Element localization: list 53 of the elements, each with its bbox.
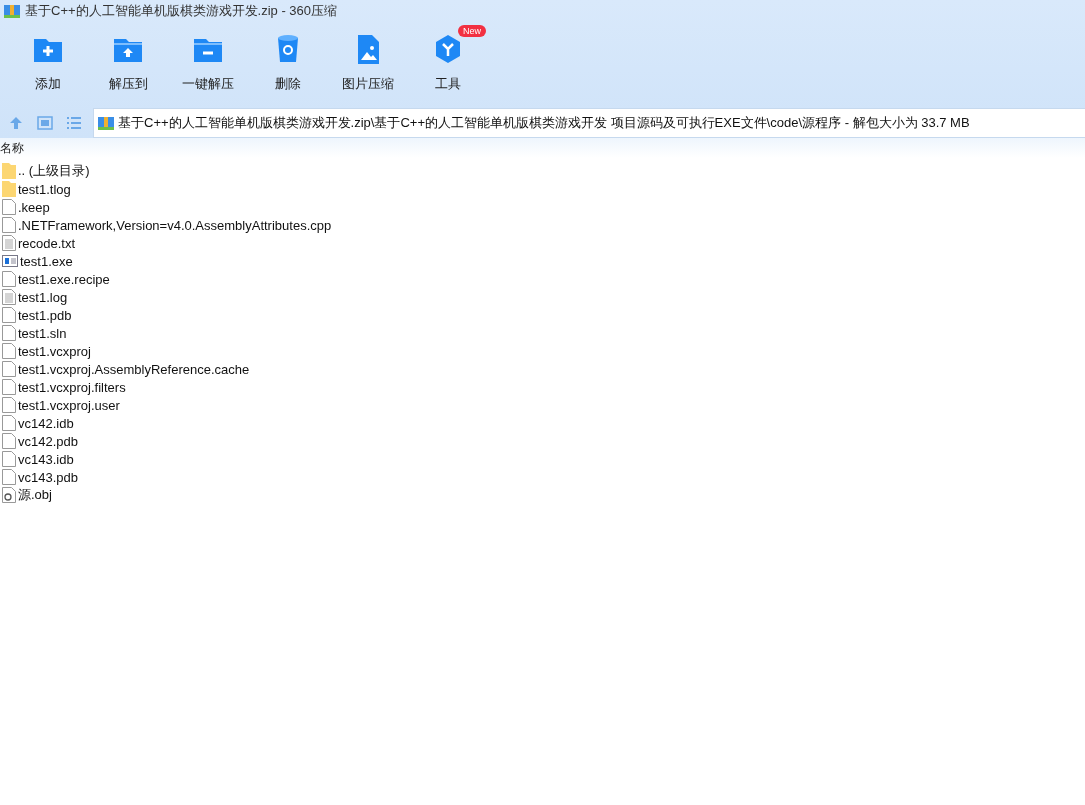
file-name[interactable]: .. (上级目录) (18, 162, 90, 180)
file-name[interactable]: vc143.pdb (18, 469, 78, 485)
archive-icon (98, 115, 114, 131)
file-name[interactable]: test1.vcxproj.user (18, 397, 120, 413)
file-name[interactable]: test1.exe.recipe (18, 271, 110, 287)
file-name[interactable]: .keep (18, 199, 50, 215)
file-name[interactable]: vc142.pdb (18, 433, 78, 449)
file-icon (2, 451, 16, 467)
file-name[interactable]: test1.vcxproj (18, 343, 91, 359)
file-icon (2, 271, 16, 287)
file-icon (2, 433, 16, 449)
address-bar[interactable]: 基于C++的人工智能单机版棋类游戏开发.zip\基于C++的人工智能单机版棋类游戏开发 项目源码及可执行EXE文件\code\源程序 - 解包大小为 33.7 MB (93, 108, 1085, 138)
file-icon (2, 217, 16, 233)
folder-icon (2, 163, 16, 179)
file-name[interactable]: vc142.idb (18, 415, 74, 431)
file-name[interactable]: test1.tlog (18, 181, 71, 197)
column-header[interactable]: 名称 (0, 139, 24, 157)
window-title: 基于C++的人工智能单机版棋类游戏开发.zip - 360压缩 (25, 1, 338, 20)
list-view-icon[interactable] (66, 116, 82, 130)
folder-icon (2, 181, 16, 197)
up-arrow-icon[interactable] (8, 116, 24, 130)
new-badge: New (458, 25, 486, 38)
thumbnail-view-icon[interactable] (37, 116, 53, 130)
toolbar-button[interactable]: 工具 New (408, 25, 488, 94)
text-file-icon (2, 289, 16, 305)
file-name[interactable]: test1.vcxproj.filters (18, 379, 126, 395)
file-name[interactable]: test1.sln (18, 325, 67, 341)
file-icon (2, 199, 16, 215)
toolbar-button[interactable]: 一键解压 (168, 25, 248, 94)
toolbar-button[interactable]: 添加 (8, 25, 88, 94)
file-icon (2, 343, 16, 359)
toolbar-button[interactable]: 删除 (248, 25, 328, 94)
file-icon (2, 325, 16, 341)
file-icon (2, 361, 16, 377)
file-icon (2, 397, 16, 413)
file-name[interactable]: recode.txt (18, 235, 76, 251)
window-file-icon (2, 255, 18, 267)
file-name[interactable]: test1.exe (20, 253, 73, 269)
file-name[interactable]: test1.vcxproj.AssemblyReference.cache (18, 361, 250, 377)
file-name[interactable]: test1.log (18, 289, 68, 305)
archive-icon (4, 2, 20, 19)
address-path: 基于C++的人工智能单机版棋类游戏开发.zip\基于C++的人工智能单机版棋类游戏开发 项目源码及可执行EXE文件\code\源程序 - 解包大小为 33.7 MB (118, 114, 970, 132)
file-name[interactable]: 源.obj (18, 486, 52, 504)
toolbar-button[interactable]: 解压到 (88, 25, 168, 94)
file-icon (2, 307, 16, 323)
file-icon (2, 415, 16, 431)
file-icon (2, 379, 16, 395)
file-name[interactable]: vc143.idb (18, 451, 74, 467)
text-file-icon (2, 235, 16, 251)
file-name[interactable]: .NETFramework,Version=v4.0.AssemblyAttributes.cpp (18, 217, 332, 233)
file-icon (2, 469, 16, 485)
file-name[interactable]: test1.pdb (18, 307, 72, 323)
toolbar-button[interactable]: 图片压缩 (328, 25, 408, 94)
